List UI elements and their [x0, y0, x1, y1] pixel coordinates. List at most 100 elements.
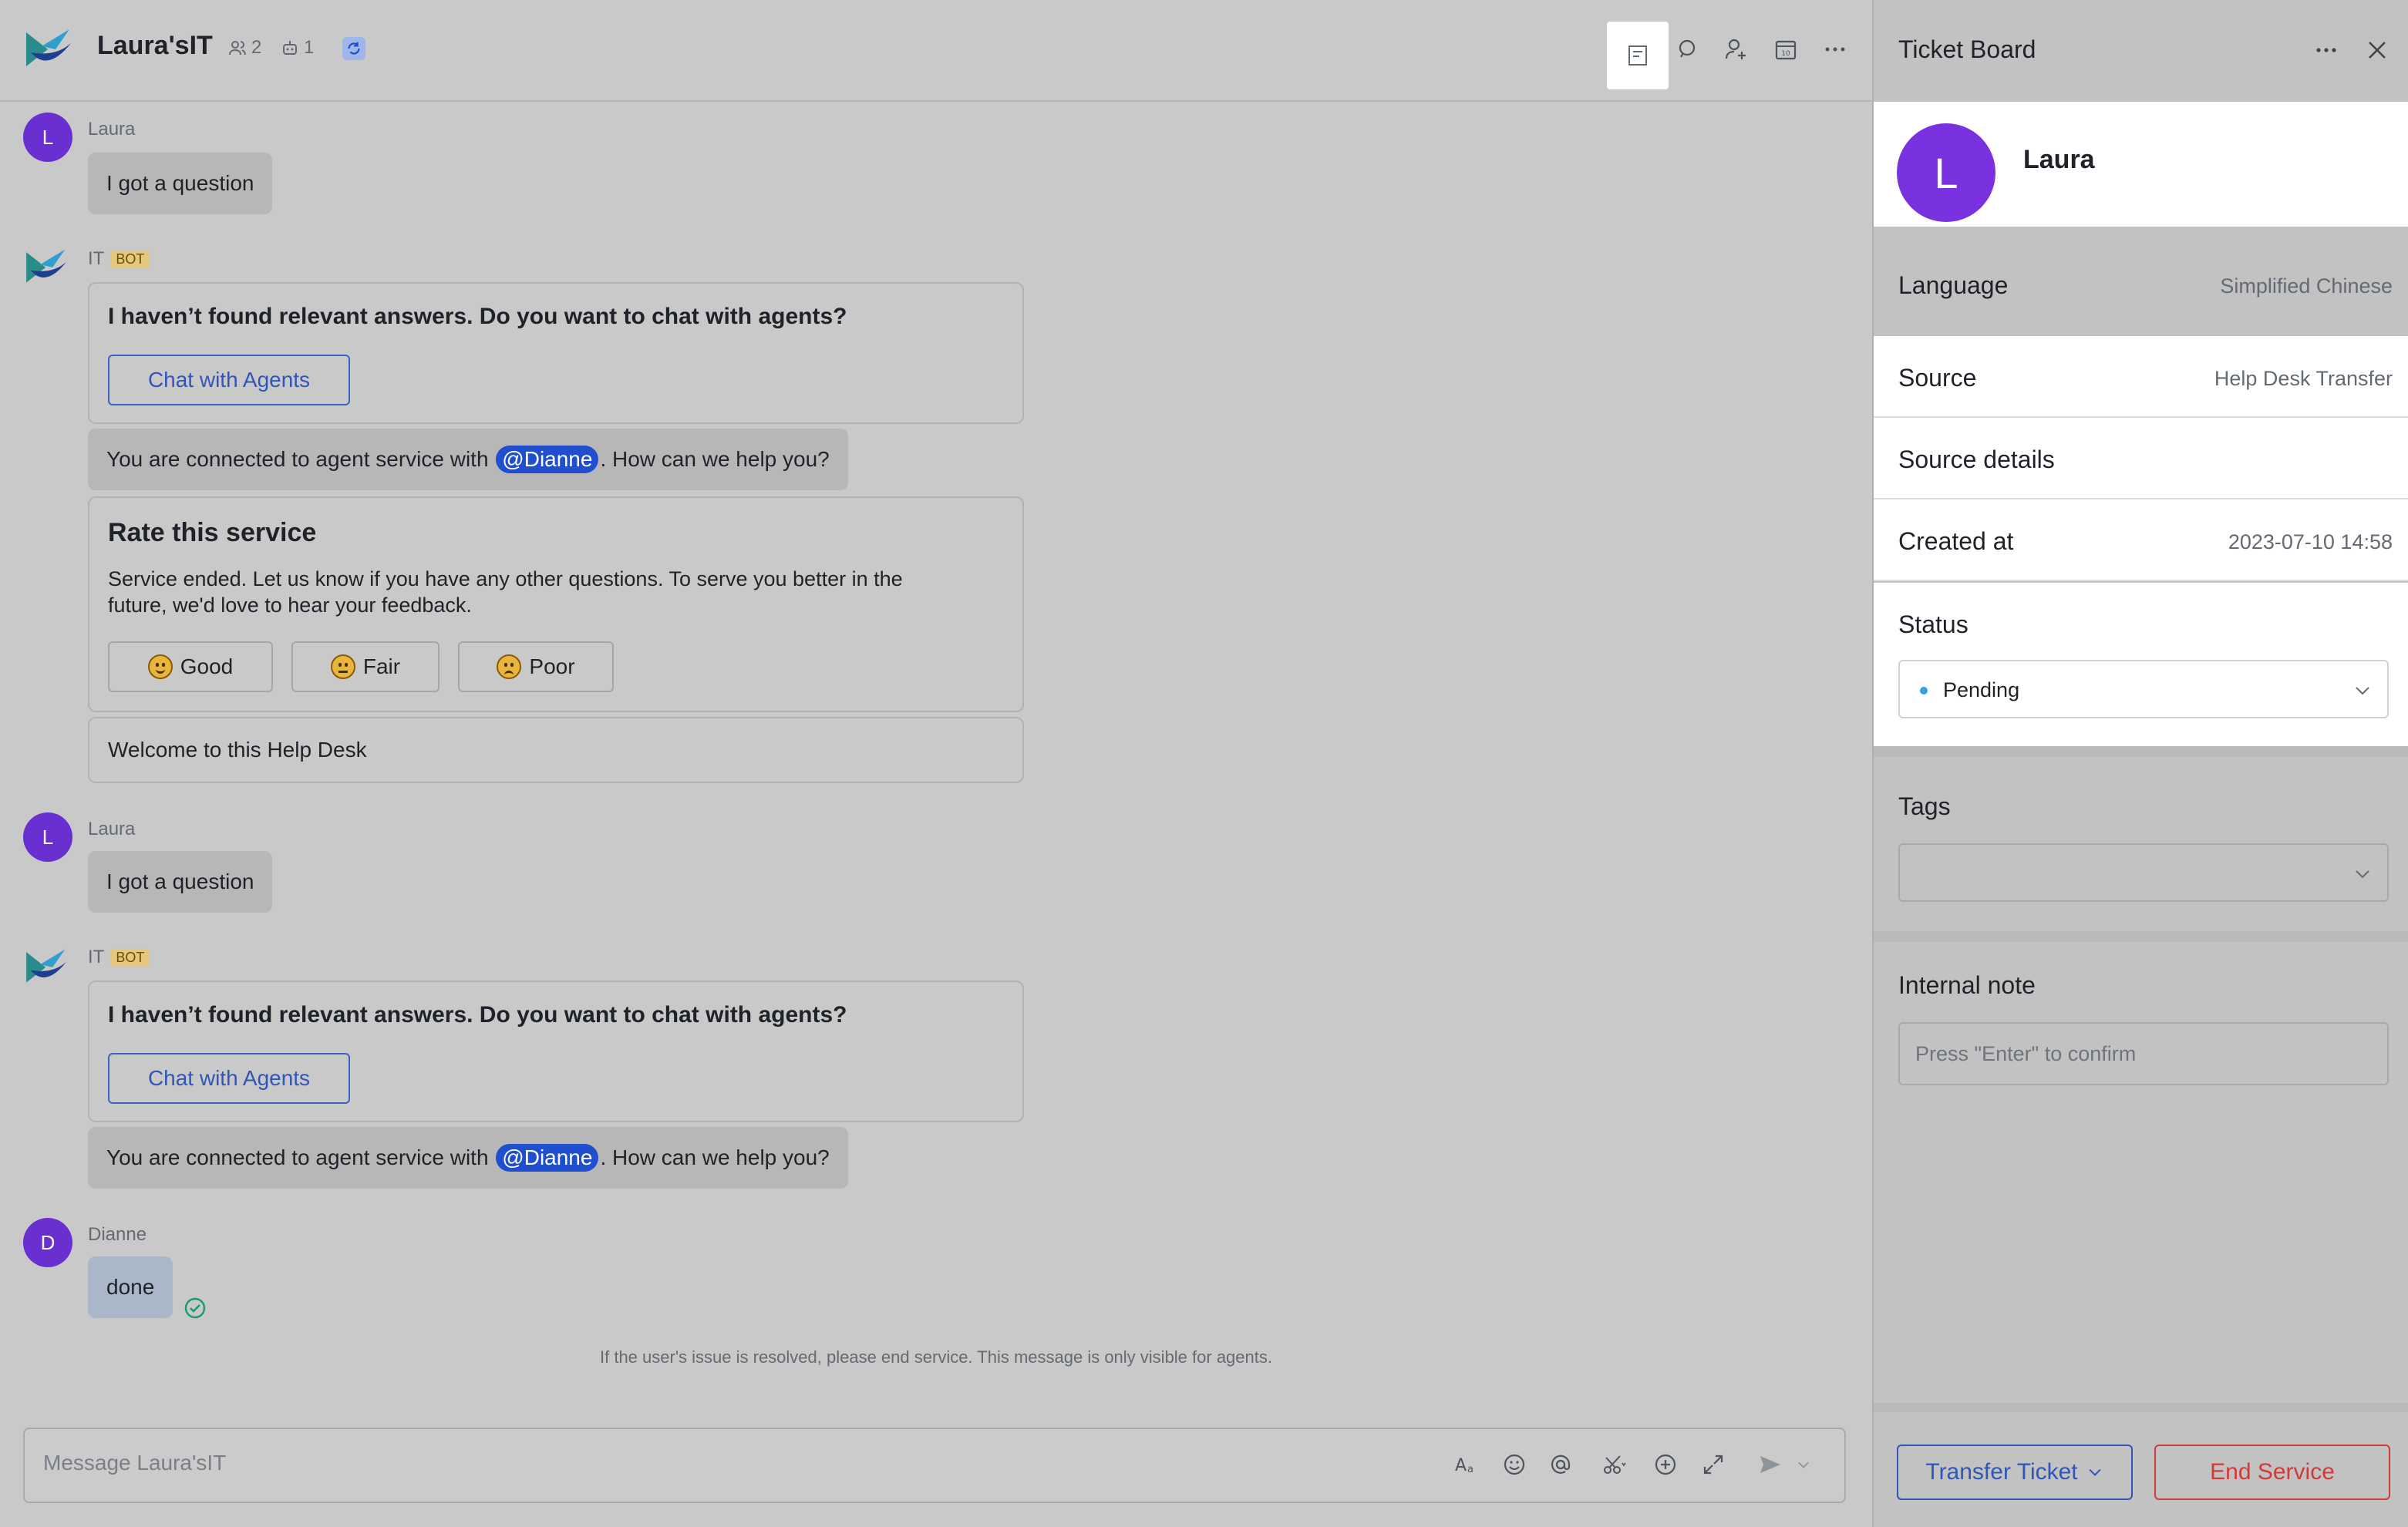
close-icon [2369, 42, 2386, 59]
member-count[interactable]: 2 [228, 37, 261, 59]
user-profile[interactable]: L Laura [1874, 102, 2408, 227]
message-bubble[interactable]: done [88, 1256, 173, 1318]
source-details-label: Source details [1898, 446, 2055, 473]
message-input[interactable]: Message Laura'sIT [43, 1451, 226, 1475]
avatar[interactable]: L [23, 812, 72, 862]
tags-select[interactable] [1898, 843, 2389, 902]
screenshot-button[interactable] [1590, 1446, 1639, 1483]
sync-icon [348, 42, 360, 55]
bot-card: I haven’t found relevant answers. Do you… [88, 980, 1024, 1122]
bot-count-value: 1 [304, 37, 315, 58]
bot-avatar-icon[interactable] [25, 247, 69, 287]
connected-message[interactable]: You are connected to agent service with … [88, 1127, 848, 1189]
status-select[interactable]: Pending [1898, 660, 2389, 718]
panel-close-button[interactable] [2358, 31, 2396, 69]
add-icon [1655, 1454, 1676, 1475]
svg-text:A: A [1455, 1456, 1467, 1475]
rate-good-button[interactable]: Good [108, 641, 273, 692]
calendar-button[interactable]: 10 [1758, 22, 1814, 77]
sender-name: Dianne [88, 1224, 147, 1245]
text-format-icon: Aa [1455, 1456, 1473, 1475]
bot-icon [283, 41, 297, 55]
mention-button[interactable] [1542, 1446, 1579, 1483]
status-section: Status Pending [1874, 583, 2408, 746]
send-icon [1760, 1456, 1780, 1473]
panel-title: Ticket Board [1898, 35, 2036, 63]
neutral-face-icon [330, 654, 355, 679]
bot-avatar-icon[interactable] [25, 947, 69, 987]
chat-area: Laura'sIT 2 1 10 L Laura I got a questio… [0, 0, 1872, 1527]
search-chat-button[interactable] [1659, 22, 1715, 77]
sad-face-icon [497, 654, 522, 679]
transfer-ticket-button[interactable]: Transfer Ticket [1897, 1445, 2133, 1500]
message-text: done [106, 1275, 155, 1299]
source-details-row: Source details [1874, 418, 2408, 498]
sync-badge[interactable] [342, 37, 365, 60]
add-attachment-button[interactable] [1647, 1446, 1684, 1483]
source-row: Source Help Desk Transfer [1874, 336, 2408, 416]
chat-with-agents-button[interactable]: Chat with Agents [108, 1053, 350, 1104]
internal-note-placeholder: Press "Enter" to confirm [1915, 1042, 2137, 1065]
avatar[interactable]: L [1897, 123, 1995, 222]
internal-note-label: Internal note [1898, 971, 2036, 999]
emoji-button[interactable] [1496, 1446, 1533, 1483]
chevron-down-icon [2356, 870, 2369, 879]
expand-button[interactable] [1695, 1446, 1732, 1483]
mention-icon [1551, 1455, 1571, 1474]
end-service-button[interactable]: End Service [2154, 1445, 2390, 1500]
message-bubble[interactable]: I got a question [88, 153, 273, 214]
language-value: Simplified Chinese [2220, 274, 2393, 298]
chat-header: Laura'sIT 2 1 10 [0, 0, 1872, 102]
emoji-icon [1504, 1454, 1525, 1475]
mention-tag[interactable]: @Dianne [496, 1144, 599, 1172]
mention-tag[interactable]: @Dianne [496, 446, 599, 473]
more-icon [2316, 48, 2336, 52]
ticket-board-panel: Ticket Board L Laura Language Simplified… [1872, 0, 2408, 1527]
created-at-value: 2023-07-10 14:58 [2228, 530, 2393, 553]
welcome-card[interactable]: Welcome to this Help Desk [88, 717, 1024, 783]
source-value: Help Desk Transfer [2214, 367, 2393, 390]
avatar[interactable]: D [23, 1218, 72, 1267]
panel-more-button[interactable] [2307, 31, 2346, 69]
text-format-button[interactable]: Aa [1448, 1446, 1485, 1483]
happy-face-icon [147, 654, 173, 679]
app-logo-icon [26, 29, 71, 66]
more-button[interactable] [1807, 22, 1863, 77]
status-label: Status [1898, 610, 1968, 638]
connected-message[interactable]: You are connected to agent service with … [88, 429, 848, 490]
svg-text:a: a [1467, 1464, 1473, 1475]
chevron-down-icon [2089, 1468, 2101, 1476]
sender-name: IT BOT [88, 248, 150, 270]
message-bubble[interactable]: I got a question [88, 851, 273, 913]
add-member-button[interactable] [1709, 22, 1764, 77]
members-icon [229, 41, 246, 55]
avatar[interactable]: L [23, 113, 72, 162]
send-button[interactable] [1752, 1446, 1789, 1483]
bot-badge: BOT [110, 251, 150, 269]
rate-poor-button[interactable]: Poor [458, 641, 614, 692]
sender-name: IT BOT [88, 947, 150, 968]
chevron-down-icon [2356, 687, 2369, 695]
card-title: I haven’t found relevant answers. Do you… [108, 1002, 847, 1028]
card-title: I haven’t found relevant answers. Do you… [108, 304, 847, 329]
chat-with-agents-button[interactable]: Chat with Agents [108, 355, 350, 405]
message-text: I got a question [106, 171, 254, 195]
welcome-text: Welcome to this Help Desk [108, 738, 367, 762]
add-member-icon [1725, 39, 1746, 59]
bot-count[interactable]: 1 [281, 37, 314, 59]
status-value: Pending [1943, 678, 2020, 701]
language-label: Language [1898, 271, 2009, 299]
language-row: Language Simplified Chinese [1874, 244, 2408, 324]
calendar-icon: 10 [1775, 40, 1797, 60]
rate-fair-button[interactable]: Fair [291, 641, 440, 692]
internal-note-input[interactable]: Press "Enter" to confirm [1898, 1022, 2389, 1085]
message-composer[interactable]: Message Laura'sIT Aa [23, 1428, 1846, 1503]
chat-title: Laura'sIT [97, 31, 213, 60]
send-options-button[interactable] [1792, 1446, 1815, 1483]
agent-only-hint: If the user's issue is resolved, please … [600, 1347, 1272, 1367]
sender-name: Laura [88, 119, 136, 140]
rating-card: Rate this service Service ended. Let us … [88, 496, 1024, 712]
created-at-row: Created at 2023-07-10 14:58 [1874, 499, 2408, 580]
source-label: Source [1898, 364, 1977, 392]
bot-card: I haven’t found relevant answers. Do you… [88, 282, 1024, 424]
